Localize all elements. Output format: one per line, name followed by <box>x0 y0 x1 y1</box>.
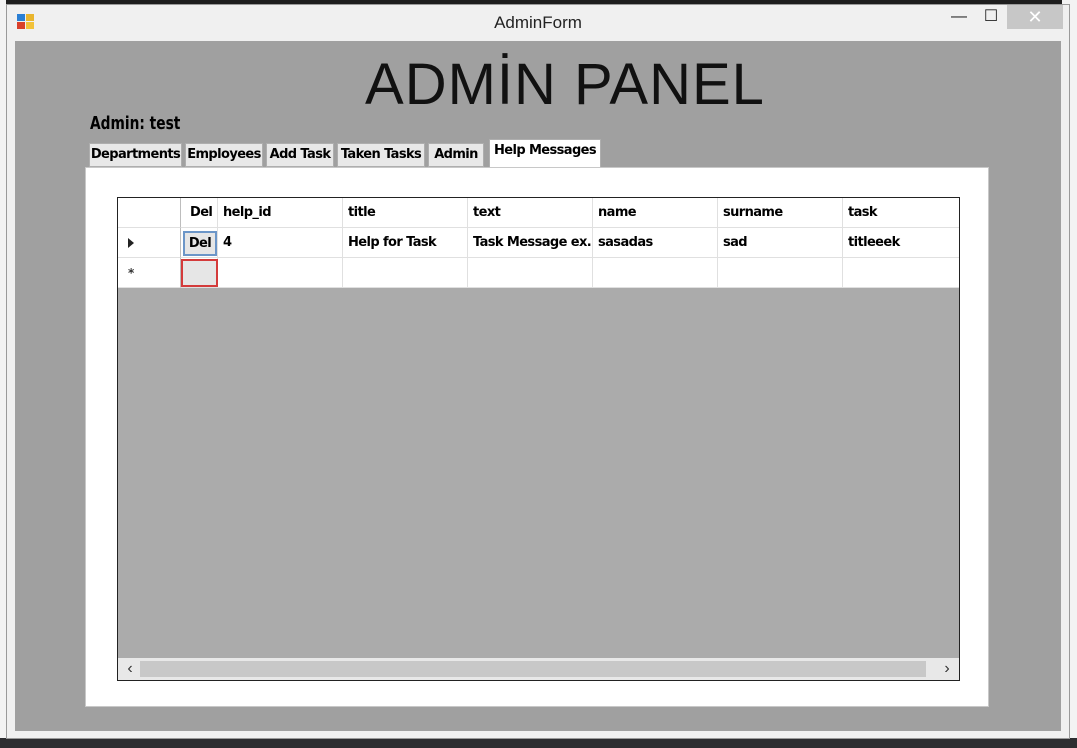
tab-admin[interactable]: Admin <box>428 143 484 167</box>
row-selector[interactable] <box>118 228 181 258</box>
current-row-arrow-icon <box>128 238 134 248</box>
scroll-left-icon[interactable]: ‹ <box>120 658 140 680</box>
close-button[interactable]: ✕ <box>1007 5 1063 29</box>
new-cell-surname[interactable] <box>718 258 843 288</box>
column-header-title[interactable]: title <box>343 198 468 228</box>
new-row-delete-button[interactable] <box>181 259 218 287</box>
form-client-area: ADMİN PANEL Admin: test Departments Empl… <box>15 41 1061 731</box>
help-messages-grid[interactable]: Del help_id title text name surname task… <box>117 197 960 681</box>
tab-taken-tasks[interactable]: Taken Tasks <box>337 143 425 167</box>
window-title: AdminForm <box>494 13 582 32</box>
admin-form-window: AdminForm — ☐ ✕ ADMİN PANEL Admin: test … <box>6 4 1070 739</box>
scroll-right-icon[interactable]: › <box>937 658 957 680</box>
table-row[interactable]: Del 4 Help for Task Task Message ex... s… <box>118 228 959 258</box>
row-header-corner <box>118 198 181 228</box>
grid-header-row: Del help_id title text name surname task <box>118 198 959 228</box>
new-row-selector[interactable]: * <box>118 258 181 288</box>
new-cell-name[interactable] <box>593 258 718 288</box>
new-cell-title[interactable] <box>343 258 468 288</box>
column-header-task[interactable]: task <box>843 198 959 228</box>
new-cell-help-id[interactable] <box>218 258 343 288</box>
column-header-del[interactable]: Del <box>181 198 218 228</box>
cell-title[interactable]: Help for Task <box>343 228 468 258</box>
page-title: ADMİN PANEL <box>365 52 765 117</box>
delete-button[interactable]: Del <box>183 231 217 256</box>
tab-departments[interactable]: Departments <box>89 143 182 167</box>
horizontal-scrollbar[interactable]: ‹ › <box>118 658 959 680</box>
new-row-star-icon: * <box>128 266 134 280</box>
title-bar[interactable]: AdminForm — ☐ ✕ <box>7 5 1069 41</box>
new-cell-task[interactable] <box>843 258 959 288</box>
minimize-button[interactable]: — <box>947 5 971 29</box>
scrollbar-thumb[interactable] <box>140 661 926 677</box>
cell-surname[interactable]: sad <box>718 228 843 258</box>
tab-help-messages[interactable]: Help Messages <box>489 139 601 168</box>
cell-text[interactable]: Task Message ex... <box>468 228 593 258</box>
new-cell-text[interactable] <box>468 258 593 288</box>
column-header-help-id[interactable]: help_id <box>218 198 343 228</box>
help-messages-page: Del help_id title text name surname task… <box>85 167 989 707</box>
tab-add-task[interactable]: Add Task <box>266 143 334 167</box>
new-row[interactable]: * <box>118 258 959 288</box>
cell-name[interactable]: sasadas <box>593 228 718 258</box>
column-header-name[interactable]: name <box>593 198 718 228</box>
maximize-button[interactable]: ☐ <box>977 5 1005 29</box>
background-bottom <box>0 738 1077 748</box>
tab-employees[interactable]: Employees <box>185 143 263 167</box>
column-header-text[interactable]: text <box>468 198 593 228</box>
cell-task[interactable]: titleeek <box>843 228 959 258</box>
admin-label: Admin: test <box>90 113 181 134</box>
cell-help-id[interactable]: 4 <box>218 228 343 258</box>
column-header-surname[interactable]: surname <box>718 198 843 228</box>
